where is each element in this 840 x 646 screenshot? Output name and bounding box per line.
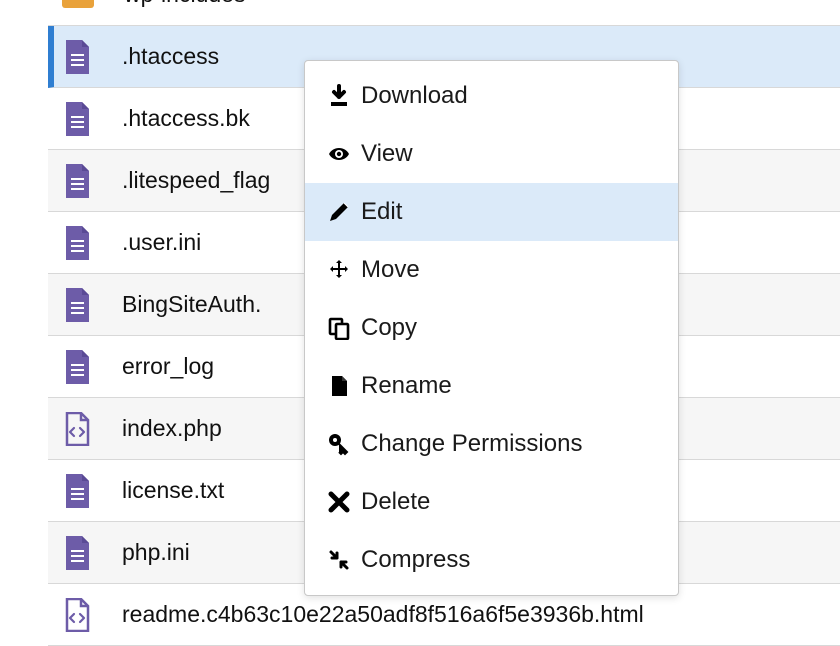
- menu-label: Copy: [361, 314, 417, 342]
- file-name: .htaccess: [122, 43, 219, 70]
- document-icon: [62, 536, 92, 570]
- menu-view[interactable]: View: [305, 125, 678, 183]
- document-icon: [62, 350, 92, 384]
- file-icon: [325, 374, 353, 398]
- move-icon: [325, 258, 353, 282]
- menu-move[interactable]: Move: [305, 241, 678, 299]
- menu-label: Edit: [361, 198, 402, 226]
- menu-copy[interactable]: Copy: [305, 299, 678, 357]
- file-name: index.php: [122, 415, 222, 442]
- document-icon: [62, 474, 92, 508]
- file-name: error_log: [122, 353, 214, 380]
- context-menu: Download View Edit Move Copy Rename Chan…: [304, 60, 679, 596]
- compress-icon: [325, 548, 353, 572]
- menu-label: View: [361, 140, 413, 168]
- eye-icon: [325, 142, 353, 166]
- pencil-icon: [325, 200, 353, 224]
- menu-delete[interactable]: Delete: [305, 473, 678, 531]
- document-icon: [62, 164, 92, 198]
- close-icon: [325, 490, 353, 514]
- code-file-icon: [62, 412, 92, 446]
- menu-label: Change Permissions: [361, 430, 582, 458]
- menu-label: Delete: [361, 488, 430, 516]
- menu-edit[interactable]: Edit: [305, 183, 678, 241]
- file-row[interactable]: wp-includes: [48, 0, 840, 26]
- file-name: license.txt: [122, 477, 224, 504]
- document-icon: [62, 40, 92, 74]
- file-name: php.ini: [122, 539, 190, 566]
- file-name: BingSiteAuth.: [122, 291, 261, 318]
- copy-icon: [325, 316, 353, 340]
- document-icon: [62, 288, 92, 322]
- download-icon: [325, 84, 353, 108]
- menu-compress[interactable]: Compress: [305, 531, 678, 589]
- menu-label: Download: [361, 82, 468, 110]
- menu-label: Move: [361, 256, 420, 284]
- menu-label: Compress: [361, 546, 470, 574]
- menu-download[interactable]: Download: [305, 67, 678, 125]
- key-icon: [325, 432, 353, 456]
- file-name: readme.c4b63c10e22a50adf8f516a6f5e3936b.…: [122, 601, 644, 628]
- menu-label: Rename: [361, 372, 452, 400]
- menu-rename[interactable]: Rename: [305, 357, 678, 415]
- document-icon: [62, 226, 92, 260]
- code-file-icon: [62, 598, 92, 632]
- file-name: .htaccess.bk: [122, 105, 250, 132]
- document-icon: [62, 102, 92, 136]
- menu-change-permissions[interactable]: Change Permissions: [305, 415, 678, 473]
- file-name: wp-includes: [124, 0, 245, 8]
- file-name: .litespeed_flag: [122, 167, 270, 194]
- file-name: .user.ini: [122, 229, 201, 256]
- folder-icon: [62, 0, 94, 8]
